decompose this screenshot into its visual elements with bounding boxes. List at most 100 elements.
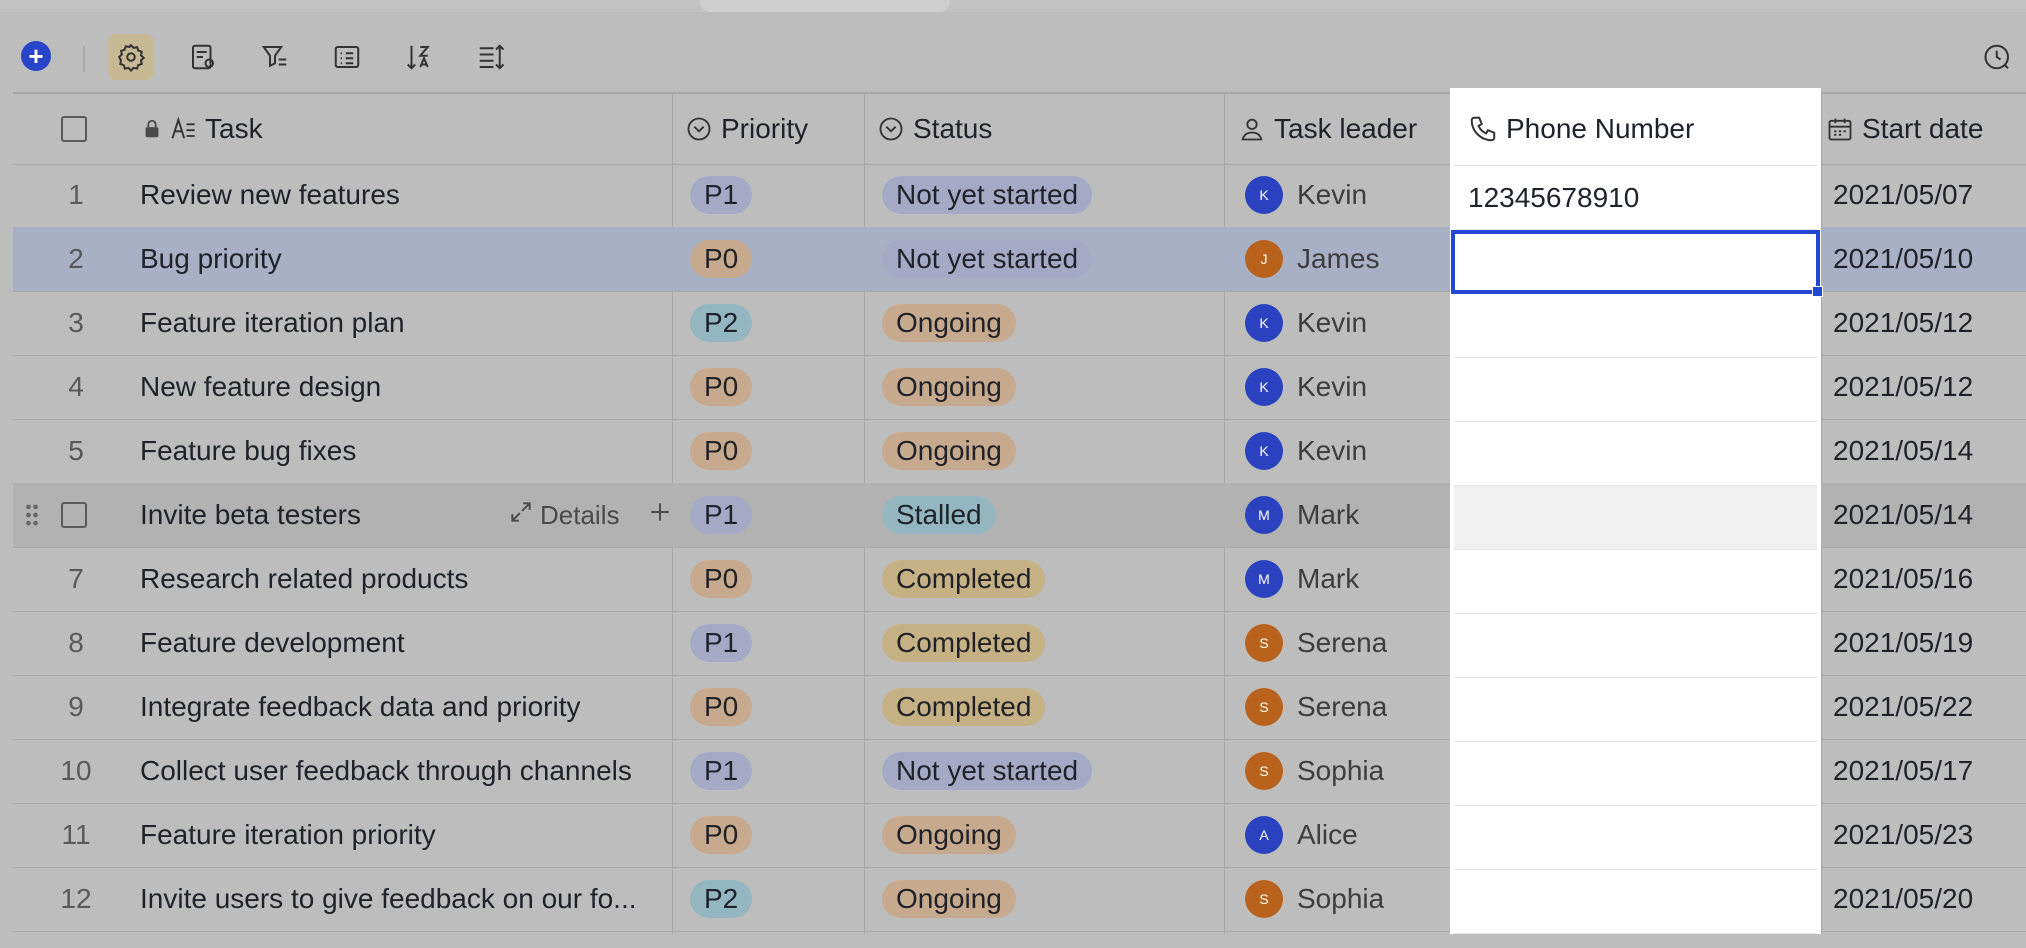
history-icon[interactable] bbox=[1975, 34, 2021, 80]
start-date-cell[interactable]: 2021/05/14 bbox=[1833, 419, 1973, 483]
leader-name: Mark bbox=[1297, 499, 1360, 530]
task-leader-cell[interactable]: S Serena bbox=[1245, 675, 1387, 739]
start-date-cell[interactable]: 2021/05/12 bbox=[1833, 291, 1973, 355]
task-cell[interactable]: Research related products bbox=[140, 547, 670, 611]
task-leader-cell[interactable]: S Serena bbox=[1245, 611, 1387, 675]
priority-cell[interactable]: P0 bbox=[690, 355, 753, 419]
phone-number-cell[interactable] bbox=[1454, 806, 1817, 870]
task-leader-cell[interactable]: S Sophia bbox=[1245, 867, 1384, 931]
priority-cell[interactable]: P0 bbox=[690, 227, 753, 291]
status-cell[interactable]: Completed bbox=[882, 547, 1046, 611]
task-cell[interactable]: Integrate feedback data and priority bbox=[140, 675, 670, 739]
start-date-cell[interactable]: 2021/05/10 bbox=[1833, 227, 1973, 291]
task-cell[interactable]: Bug priority bbox=[140, 227, 670, 291]
start-date-cell[interactable]: 2021/05/12 bbox=[1833, 355, 1973, 419]
status-cell[interactable]: Ongoing bbox=[882, 867, 1016, 931]
start-date-cell[interactable]: 2021/05/20 bbox=[1833, 867, 1973, 931]
phone-number-cell[interactable] bbox=[1454, 358, 1817, 422]
column-header-status[interactable]: Status bbox=[877, 94, 992, 164]
task-leader-cell[interactable]: J James bbox=[1245, 227, 1379, 291]
drag-handle-icon[interactable] bbox=[25, 503, 43, 529]
status-cell[interactable]: Ongoing bbox=[882, 419, 1016, 483]
add-icon[interactable] bbox=[647, 499, 673, 532]
single-select-icon bbox=[687, 117, 711, 141]
phone-number-cell[interactable] bbox=[1454, 614, 1817, 678]
priority-cell[interactable]: P2 bbox=[690, 867, 753, 931]
phone-number-cell[interactable] bbox=[1454, 294, 1817, 358]
filter-icon[interactable] bbox=[252, 34, 298, 80]
status-cell[interactable]: Completed bbox=[882, 611, 1046, 675]
start-date-cell[interactable]: 2021/05/23 bbox=[1833, 803, 1973, 867]
start-date-cell[interactable]: 2021/05/17 bbox=[1833, 739, 1973, 803]
start-date-cell[interactable]: 2021/05/16 bbox=[1833, 547, 1973, 611]
start-date-cell[interactable]: 2021/05/07 bbox=[1833, 163, 1973, 227]
status-cell[interactable]: Ongoing bbox=[882, 355, 1016, 419]
status-cell[interactable]: Ongoing bbox=[882, 291, 1016, 355]
settings-icon[interactable] bbox=[108, 34, 154, 80]
phone-number-cell[interactable] bbox=[1451, 230, 1823, 297]
avatar: K bbox=[1245, 432, 1283, 470]
leader-name: Sophia bbox=[1297, 883, 1385, 914]
priority-cell[interactable]: P0 bbox=[690, 803, 753, 867]
task-cell[interactable]: Feature development bbox=[140, 611, 670, 675]
start-date-cell[interactable]: 2021/05/14 bbox=[1833, 483, 1973, 547]
task-leader-cell[interactable]: M Mark bbox=[1245, 483, 1359, 547]
priority-cell[interactable]: P0 bbox=[690, 675, 753, 739]
priority-cell[interactable]: P2 bbox=[690, 291, 753, 355]
status-cell[interactable]: Completed bbox=[882, 675, 1046, 739]
task-leader-cell[interactable]: K Kevin bbox=[1245, 419, 1367, 483]
add-icon[interactable]: + bbox=[14, 34, 58, 78]
column-label-start-date: Start date bbox=[1862, 113, 1984, 144]
task-cell[interactable]: Feature bug fixes bbox=[140, 419, 670, 483]
column-header-phone-number[interactable]: Phone Number bbox=[1454, 92, 1817, 166]
phone-number-cell[interactable] bbox=[1454, 486, 1817, 550]
phone-number-cell[interactable] bbox=[1454, 422, 1817, 486]
start-date-cell[interactable]: 2021/05/19 bbox=[1833, 611, 1973, 675]
phone-number-cell[interactable] bbox=[1454, 742, 1817, 806]
select-all-checkbox[interactable] bbox=[61, 94, 87, 164]
status-cell[interactable]: Stalled bbox=[882, 483, 996, 547]
task-cell[interactable]: Feature iteration priority bbox=[140, 803, 670, 867]
column-header-task-leader[interactable]: Task leader bbox=[1238, 94, 1417, 164]
column-header-start-date[interactable]: Start date bbox=[1826, 94, 1983, 164]
priority-cell[interactable]: P1 bbox=[690, 163, 753, 227]
row-height-icon[interactable] bbox=[468, 34, 514, 80]
priority-cell[interactable]: P1 bbox=[690, 739, 753, 803]
priority-cell[interactable]: P1 bbox=[690, 483, 753, 547]
task-leader-cell[interactable]: K Kevin bbox=[1245, 291, 1367, 355]
phone-number-value: 12345678910 bbox=[1468, 181, 1640, 213]
task-leader-cell[interactable]: K Kevin bbox=[1245, 355, 1367, 419]
task-cell[interactable]: Feature iteration plan bbox=[140, 291, 670, 355]
form-settings-icon[interactable] bbox=[180, 34, 226, 80]
priority-cell[interactable]: P0 bbox=[690, 547, 753, 611]
task-cell[interactable]: Invite users to give feedback on our fo.… bbox=[140, 867, 670, 931]
task-cell[interactable]: Invite beta testers bbox=[140, 483, 500, 547]
status-cell[interactable]: Not yet started bbox=[882, 227, 1093, 291]
status-cell[interactable]: Not yet started bbox=[882, 163, 1093, 227]
row-number: 9 bbox=[68, 691, 84, 722]
sort-icon[interactable] bbox=[396, 34, 442, 80]
details-button[interactable]: Details bbox=[540, 500, 619, 531]
task-cell[interactable]: Review new features bbox=[140, 163, 670, 227]
phone-number-cell[interactable]: 12345678910 bbox=[1454, 166, 1817, 230]
phone-number-cell[interactable] bbox=[1454, 678, 1817, 742]
column-header-task[interactable]: Task bbox=[141, 94, 263, 164]
phone-number-cell[interactable] bbox=[1454, 550, 1817, 614]
avatar: S bbox=[1245, 624, 1283, 662]
status-cell[interactable]: Ongoing bbox=[882, 803, 1016, 867]
list-icon[interactable] bbox=[324, 34, 370, 80]
task-leader-cell[interactable]: M Mark bbox=[1245, 547, 1359, 611]
task-cell[interactable]: Collect user feedback through channels bbox=[140, 739, 670, 803]
expand-icon[interactable] bbox=[508, 499, 534, 532]
status-cell[interactable]: Not yet started bbox=[882, 739, 1093, 803]
task-leader-cell[interactable]: K Kevin bbox=[1245, 163, 1367, 227]
phone-number-cell[interactable] bbox=[1454, 870, 1817, 934]
priority-cell[interactable]: P0 bbox=[690, 419, 753, 483]
column-header-priority[interactable]: Priority bbox=[685, 94, 808, 164]
row-checkbox[interactable] bbox=[61, 483, 87, 547]
task-leader-cell[interactable]: S Sophia bbox=[1245, 739, 1384, 803]
task-leader-cell[interactable]: A Alice bbox=[1245, 803, 1358, 867]
task-cell[interactable]: New feature design bbox=[140, 355, 670, 419]
priority-cell[interactable]: P1 bbox=[690, 611, 753, 675]
start-date-cell[interactable]: 2021/05/22 bbox=[1833, 675, 1973, 739]
